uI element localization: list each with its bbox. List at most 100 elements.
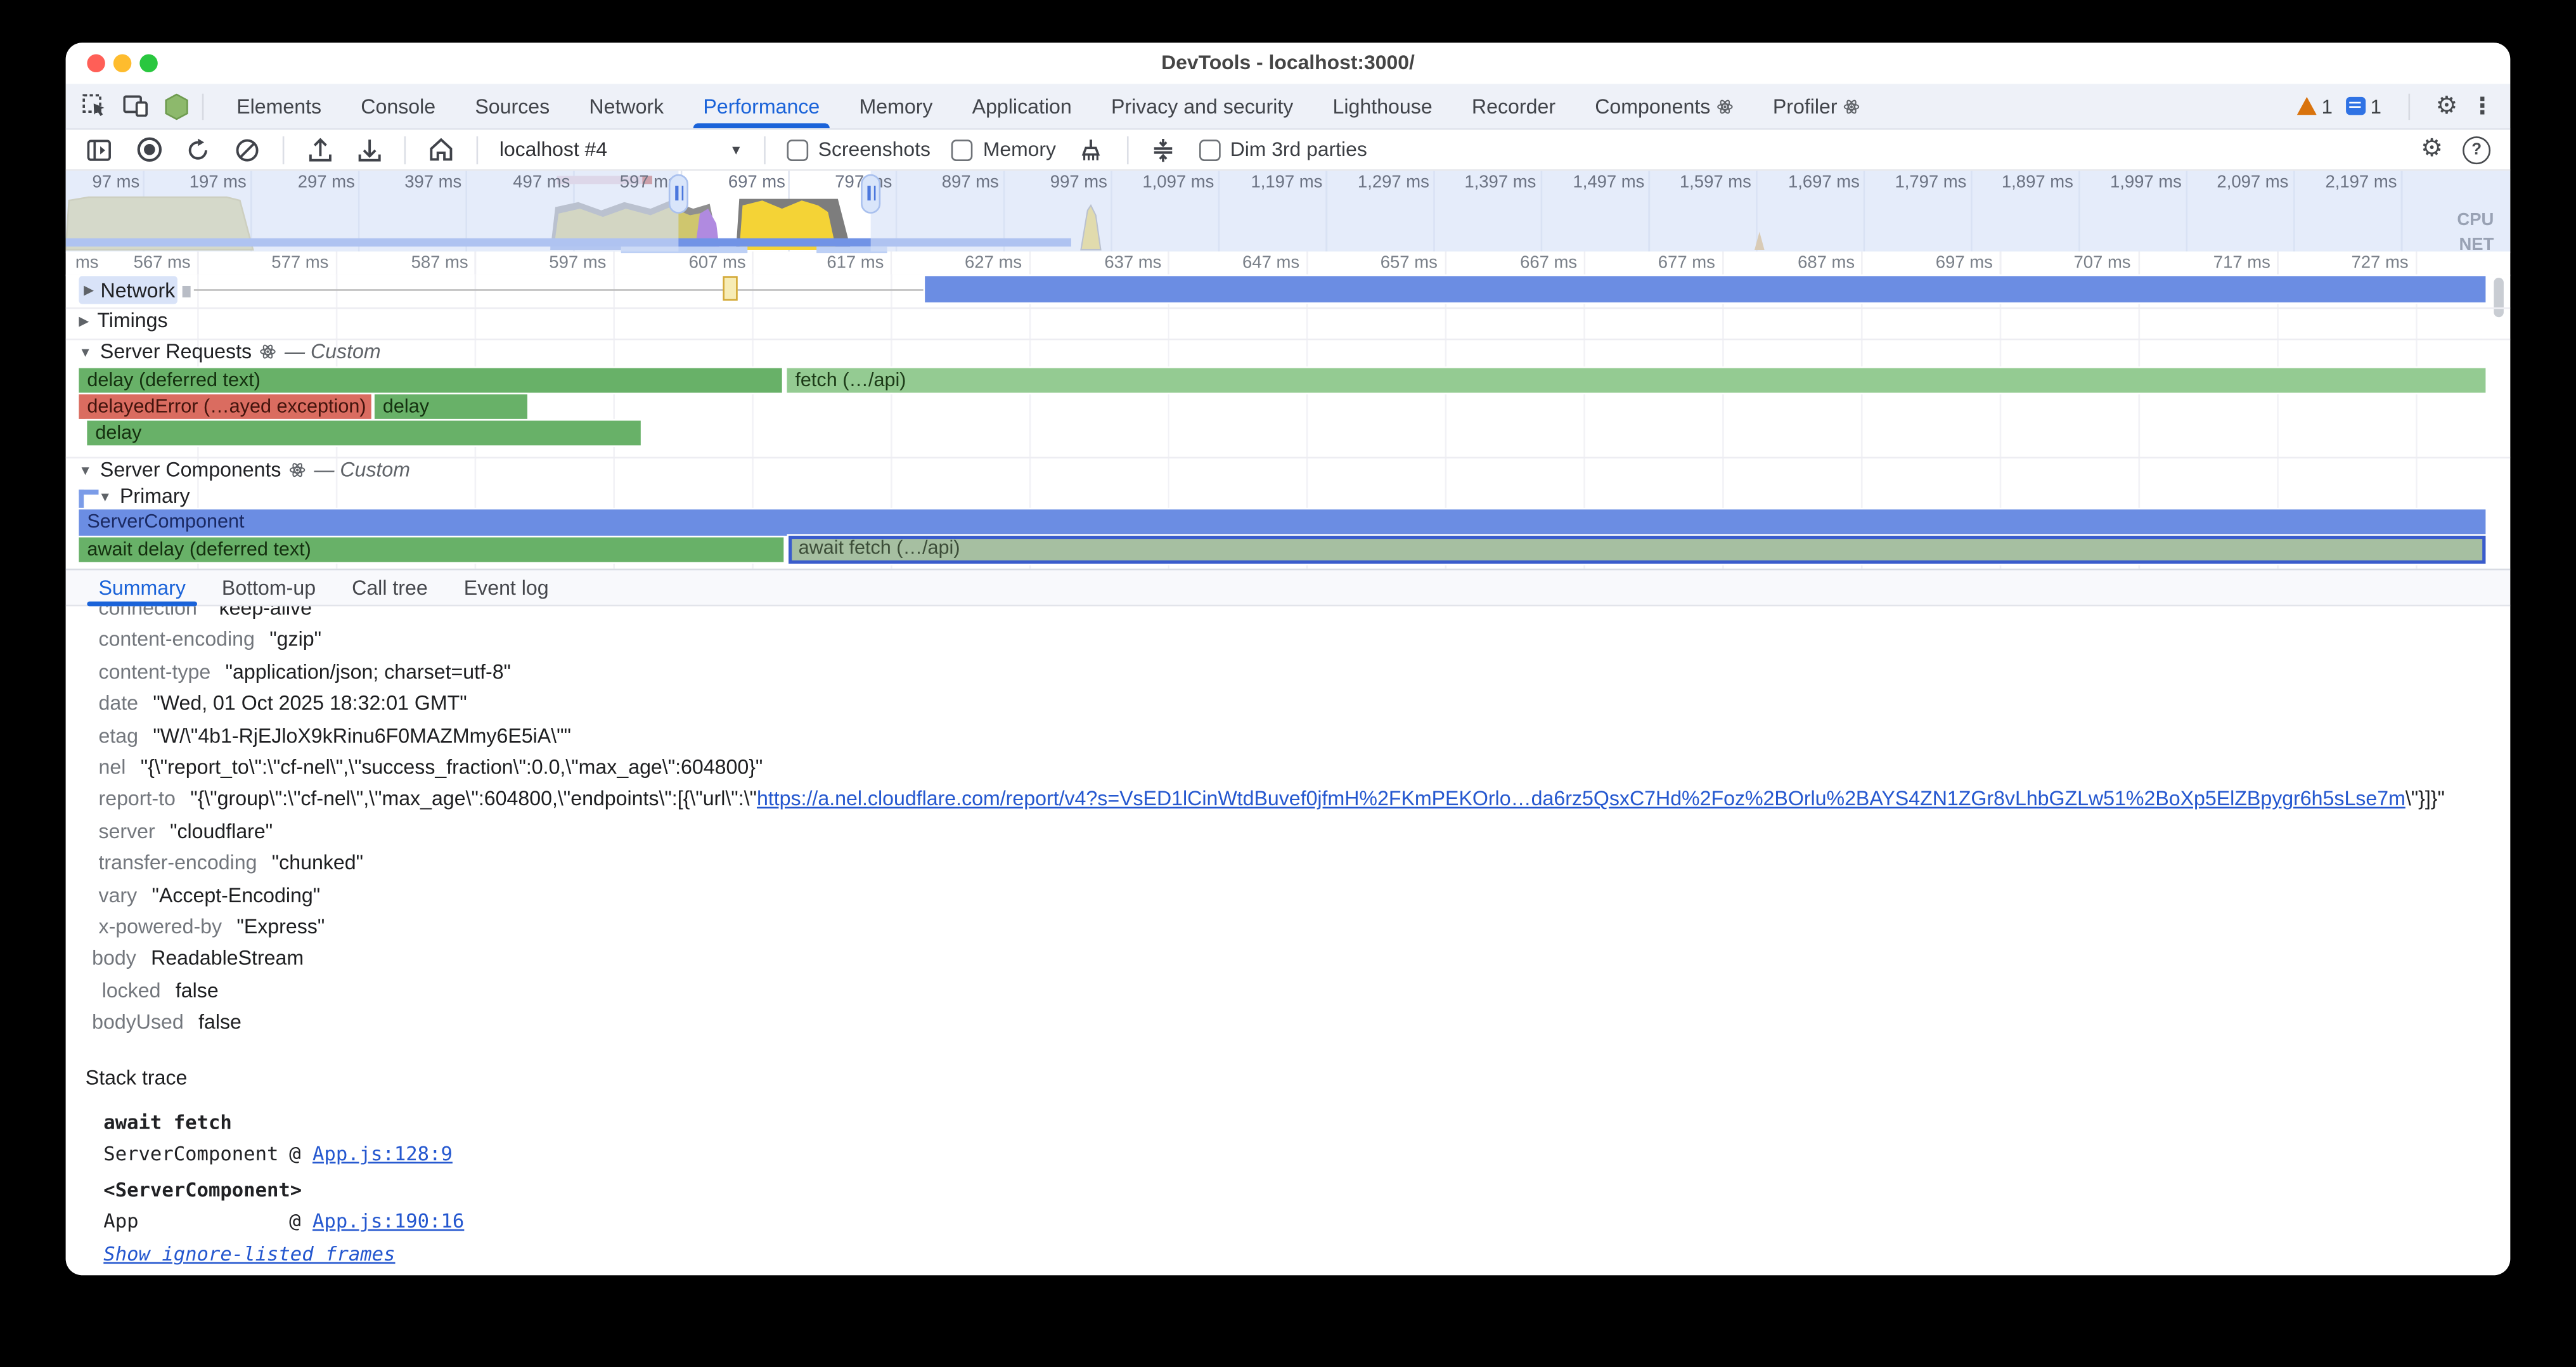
settings-gear-icon[interactable]: ⚙ — [2435, 93, 2457, 119]
show-ignore-listed-frames-link[interactable]: Show ignore-listed frames — [103, 1242, 2494, 1265]
node-icon[interactable] — [163, 93, 189, 119]
checkbox-icon — [952, 139, 974, 160]
react-atom-icon — [260, 344, 276, 360]
network-request-line — [194, 288, 925, 291]
overview-tick: 1,597 ms — [1652, 172, 1751, 192]
tab-elements[interactable]: Elements — [217, 84, 341, 128]
network-request-bar[interactable] — [925, 276, 2485, 302]
header-row: x-powered-by"Express" — [66, 916, 2511, 943]
ruler-tick: 637 ms — [1063, 253, 1162, 273]
group-bracket — [79, 489, 98, 493]
toggle-sidebar-icon[interactable] — [86, 136, 113, 164]
tab-network[interactable]: Network — [569, 84, 683, 128]
message-icon — [2346, 97, 2366, 115]
ruler-tick: 677 ms — [1616, 253, 1715, 273]
track-header-network[interactable]: ▶Network — [79, 276, 177, 304]
network-event-marker[interactable] — [723, 276, 737, 301]
header-row: server"cloudflare" — [66, 820, 2511, 848]
overview-tick: 497 ms — [472, 172, 570, 192]
header-row: bodyReadableStream — [66, 947, 2511, 975]
warnings-badge[interactable]: 1 — [2297, 94, 2333, 117]
flame-bar-selected[interactable]: await fetch (…/api) — [789, 536, 2485, 564]
ruler-tick: 657 ms — [1339, 253, 1438, 273]
collapse-tracks-icon[interactable] — [1150, 136, 1178, 164]
capture-settings-gear-icon[interactable]: ⚙ — [2421, 136, 2443, 162]
tab-privacy-and-security[interactable]: Privacy and security — [1092, 84, 1313, 128]
ruler-tick: 587 ms — [370, 253, 468, 273]
collect-garbage-icon[interactable] — [1078, 136, 1105, 164]
tab-console[interactable]: Console — [341, 84, 455, 128]
tab-profiler[interactable]: Profiler — [1753, 84, 1880, 128]
track-header-server-components[interactable]: ▼ Server Components — Custom — [79, 458, 410, 481]
tab-memory[interactable]: Memory — [839, 84, 952, 128]
track-header-server-requests[interactable]: ▼ Server Requests — Custom — [79, 340, 380, 363]
tab-recorder[interactable]: Recorder — [1452, 84, 1575, 128]
flame-bar[interactable]: fetch (…/api) — [787, 368, 2485, 393]
flame-bar[interactable]: delay (deferred text) — [79, 368, 782, 393]
selection-handle-left[interactable] — [669, 174, 688, 214]
tab-application[interactable]: Application — [953, 84, 1092, 128]
help-icon[interactable]: ? — [2463, 136, 2490, 164]
record-button[interactable] — [135, 136, 163, 164]
flame-bar[interactable]: delay — [375, 394, 527, 419]
timeline-overview[interactable]: 97 ms 197 ms 297 ms 397 ms 497 ms 597 ms… — [66, 171, 2511, 254]
ruler-tick: 717 ms — [2172, 253, 2270, 273]
flame-bar[interactable]: ServerComponent — [79, 509, 2485, 535]
dim-3rd-parties-checkbox[interactable]: Dim 3rd parties — [1199, 138, 1367, 161]
flame-chart-tracks[interactable]: ▶Network ▶Timings ▼ Server Requests — Cu… — [66, 275, 2511, 569]
ruler-tick: 607 ms — [647, 253, 746, 273]
track-drag-handle[interactable] — [183, 286, 191, 297]
ruler-tick: 687 ms — [1756, 253, 1855, 273]
inspect-element-icon[interactable] — [80, 93, 106, 119]
tab-lighthouse[interactable]: Lighthouse — [1313, 84, 1452, 128]
react-atom-icon — [289, 462, 306, 478]
flame-bar[interactable]: delayedError (…ayed exception) — [79, 394, 371, 419]
tab-bottom-up[interactable]: Bottom-up — [203, 570, 333, 604]
collapse-arrow-icon: ▼ — [99, 489, 112, 503]
ruler-tick: 567 ms — [92, 253, 191, 273]
kebab-menu-icon[interactable]: ⋮ — [2471, 92, 2494, 120]
tab-event-log[interactable]: Event log — [446, 570, 567, 604]
selection-handle-right[interactable] — [861, 174, 880, 214]
header-row: content-type"application/json; charset=u… — [66, 661, 2511, 689]
performance-toolbar: localhost #4 ▼ Screenshots Memory Dim 3r… — [66, 130, 2511, 171]
summary-pane[interactable]: connection"keep-alive" content-encoding"… — [66, 606, 2511, 1275]
memory-checkbox[interactable]: Memory — [952, 138, 1056, 161]
source-location-link[interactable]: App.js:190:16 — [312, 1210, 464, 1233]
source-location-link[interactable]: App.js:128:9 — [312, 1142, 453, 1165]
report-endpoint-link[interactable]: https://a.nel.cloudflare.com/report/v4?s… — [757, 787, 2405, 810]
save-profile-icon[interactable] — [355, 136, 383, 164]
overview-tick: 297 ms — [256, 172, 355, 192]
overview-tick: 597 ms — [578, 172, 677, 192]
stack-frame: await fetch — [103, 1111, 2494, 1134]
screenshots-checkbox[interactable]: Screenshots — [787, 138, 930, 161]
ruler-tick: 577 ms — [230, 253, 329, 273]
scrollbar-thumb[interactable] — [2494, 278, 2504, 317]
tab-sources[interactable]: Sources — [455, 84, 569, 128]
divider — [66, 338, 2511, 340]
track-header-timings[interactable]: ▶Timings — [79, 309, 167, 332]
load-profile-icon[interactable] — [306, 136, 333, 164]
timeline-ruler[interactable]: ms 567 ms 577 ms 587 ms 597 ms 607 ms 61… — [66, 252, 2511, 276]
tab-components[interactable]: Components — [1575, 84, 1753, 128]
tab-summary[interactable]: Summary — [80, 570, 203, 604]
divider — [764, 136, 766, 164]
messages-badge[interactable]: 1 — [2346, 94, 2381, 117]
profile-select[interactable]: localhost #4 ▼ — [499, 138, 743, 161]
header-row: lockedfalse — [66, 980, 2511, 1007]
track-group-primary[interactable]: ▼Primary — [99, 485, 190, 508]
overview-tick: 1,697 ms — [1761, 172, 1860, 192]
reload-and-record-button[interactable] — [184, 136, 212, 164]
device-toolbar-icon[interactable] — [122, 93, 148, 119]
home-icon[interactable] — [427, 136, 455, 164]
overview-tick: 1,297 ms — [1330, 172, 1429, 192]
net-lane-label: NET — [2459, 235, 2494, 255]
flame-bar[interactable]: delay — [87, 421, 640, 446]
flame-bar[interactable]: await delay (deferred text) — [79, 538, 783, 562]
clear-recording-button[interactable] — [233, 136, 261, 164]
tab-performance[interactable]: Performance — [683, 84, 839, 128]
overview-tick: 697 ms — [686, 172, 785, 192]
ruler-tick: 697 ms — [1894, 253, 1993, 273]
tab-call-tree[interactable]: Call tree — [334, 570, 446, 604]
divider — [404, 136, 406, 164]
